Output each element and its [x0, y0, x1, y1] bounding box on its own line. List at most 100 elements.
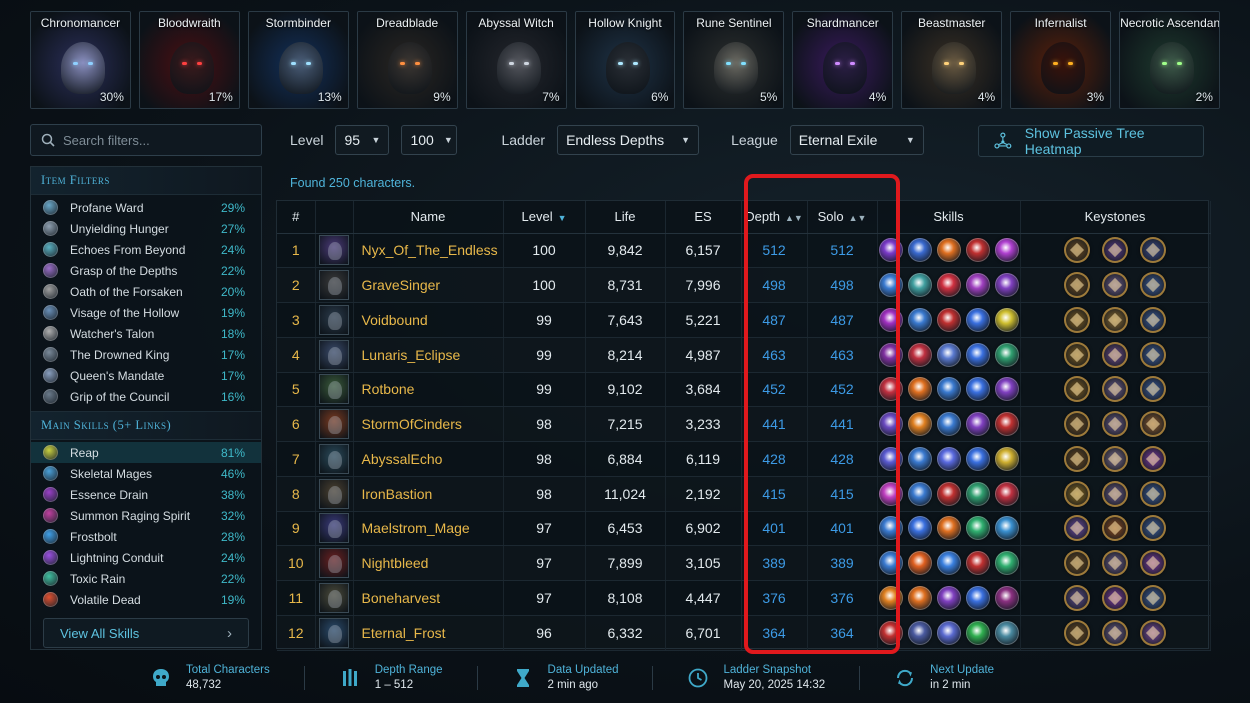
skill-gem-icon[interactable] — [936, 585, 961, 610]
skill-gem-icon[interactable] — [994, 342, 1019, 367]
skill-gem-icon[interactable] — [907, 273, 932, 298]
skill-gem-icon[interactable] — [878, 446, 903, 471]
skill-gem-icon[interactable] — [907, 342, 932, 367]
view-all-skills-button[interactable]: View All Skills › — [43, 618, 249, 648]
search-box[interactable] — [30, 124, 262, 156]
skill-gem-icon[interactable] — [878, 342, 903, 367]
skill-gem-icon[interactable] — [907, 307, 932, 332]
filter-item[interactable]: Queen's Mandate 17% — [31, 365, 261, 386]
filter-item[interactable]: Grasp of the Depths 22% — [31, 260, 261, 281]
skill-gem-icon[interactable] — [994, 516, 1019, 541]
keystone-icon[interactable] — [1064, 237, 1090, 264]
keystone-icon[interactable] — [1140, 480, 1166, 507]
skill-gem-icon[interactable] — [878, 620, 903, 645]
filter-item[interactable]: Profane Ward 29% — [31, 197, 261, 218]
skill-gem-icon[interactable] — [965, 273, 990, 298]
filter-item[interactable]: Oath of the Forsaken 20% — [31, 281, 261, 302]
keystone-icon[interactable] — [1064, 272, 1090, 299]
col-es[interactable]: ES — [665, 201, 742, 234]
keystone-icon[interactable] — [1102, 480, 1128, 507]
col-solo[interactable]: Solo ▲▼ — [807, 201, 878, 234]
filter-item[interactable]: Volatile Dead 19% — [31, 589, 261, 610]
class-card[interactable]: Bloodwraith 17% — [138, 11, 240, 109]
keystone-icon[interactable] — [1102, 515, 1128, 542]
keystone-icon[interactable] — [1102, 237, 1128, 264]
skill-gem-icon[interactable] — [878, 377, 903, 402]
skill-gem-icon[interactable] — [965, 481, 990, 506]
skill-gem-icon[interactable] — [936, 238, 961, 263]
keystone-icon[interactable] — [1102, 411, 1128, 438]
keystone-icon[interactable] — [1102, 445, 1128, 472]
character-name[interactable]: Rotbone — [353, 372, 504, 408]
skill-gem-icon[interactable] — [965, 412, 990, 437]
col-depth[interactable]: Depth ▲▼ — [741, 201, 808, 234]
skill-gem-icon[interactable] — [936, 307, 961, 332]
class-card[interactable]: Stormbinder 13% — [247, 11, 349, 109]
keystone-icon[interactable] — [1064, 445, 1090, 472]
table-row[interactable]: 1 Nyx_Of_The_Endless 100 9,842 6,157 512 512 — [277, 233, 1211, 269]
keystone-icon[interactable] — [1140, 341, 1166, 368]
keystone-icon[interactable] — [1140, 550, 1166, 577]
class-card[interactable]: Chronomancer 30% — [30, 11, 131, 109]
keystone-icon[interactable] — [1140, 445, 1166, 472]
filter-item[interactable]: Toxic Rain 22% — [31, 568, 261, 589]
league-select[interactable]: Eternal Exile ▼ — [789, 125, 924, 155]
keystone-icon[interactable] — [1064, 584, 1090, 611]
skill-gem-icon[interactable] — [878, 238, 903, 263]
skill-gem-icon[interactable] — [878, 551, 903, 576]
skill-gem-icon[interactable] — [936, 620, 961, 645]
keystone-icon[interactable] — [1064, 341, 1090, 368]
search-input[interactable] — [63, 132, 243, 148]
skill-gem-icon[interactable] — [965, 377, 990, 402]
filter-item[interactable]: The Drowned King 17% — [31, 344, 261, 365]
skill-gem-icon[interactable] — [878, 307, 903, 332]
character-name[interactable]: Eternal_Frost — [353, 615, 504, 651]
keystone-icon[interactable] — [1102, 341, 1128, 368]
keystone-icon[interactable] — [1064, 376, 1090, 403]
skill-gem-icon[interactable] — [907, 516, 932, 541]
keystone-icon[interactable] — [1064, 411, 1090, 438]
character-name[interactable]: Nyx_Of_The_Endless — [353, 233, 504, 269]
filter-item[interactable]: Echoes From Beyond 24% — [31, 239, 261, 260]
filter-item[interactable]: Watcher's Talon 18% — [31, 323, 261, 344]
keystone-icon[interactable] — [1140, 584, 1166, 611]
skill-gem-icon[interactable] — [878, 412, 903, 437]
character-name[interactable]: Boneharvest — [353, 580, 504, 616]
skill-gem-icon[interactable] — [994, 307, 1019, 332]
skill-gem-icon[interactable] — [994, 377, 1019, 402]
class-card[interactable]: Necrotic Ascendant 2% — [1119, 11, 1220, 109]
keystone-icon[interactable] — [1064, 480, 1090, 507]
keystone-icon[interactable] — [1140, 515, 1166, 542]
skill-gem-icon[interactable] — [907, 551, 932, 576]
character-name[interactable]: StormOfCinders — [353, 406, 504, 442]
filter-item[interactable]: Frostbolt 28% — [31, 526, 261, 547]
keystone-icon[interactable] — [1064, 515, 1090, 542]
skill-gem-icon[interactable] — [994, 412, 1019, 437]
skill-gem-icon[interactable] — [994, 446, 1019, 471]
keystone-icon[interactable] — [1064, 306, 1090, 333]
skill-gem-icon[interactable] — [936, 516, 961, 541]
character-name[interactable]: Maelstrom_Mage — [353, 511, 504, 547]
table-row[interactable]: 9 Maelstrom_Mage 97 6,453 6,902 401 401 — [277, 511, 1211, 547]
skill-gem-icon[interactable] — [994, 238, 1019, 263]
character-name[interactable]: IronBastion — [353, 476, 504, 512]
skill-gem-icon[interactable] — [994, 620, 1019, 645]
character-name[interactable]: Voidbound — [353, 302, 504, 338]
filter-item[interactable]: Grip of the Council 16% — [31, 386, 261, 407]
skill-gem-icon[interactable] — [907, 446, 932, 471]
class-card[interactable]: Hollow Knight 6% — [574, 11, 676, 109]
level-max-select[interactable]: 100 ▼ — [401, 125, 458, 155]
filter-item[interactable]: Visage of the Hollow 19% — [31, 302, 261, 323]
keystone-icon[interactable] — [1140, 237, 1166, 264]
table-row[interactable]: 6 StormOfCinders 98 7,215 3,233 441 441 — [277, 406, 1211, 442]
skill-gem-icon[interactable] — [965, 307, 990, 332]
class-card[interactable]: Abyssal Witch 7% — [465, 11, 567, 109]
keystone-icon[interactable] — [1140, 619, 1166, 646]
skill-gem-icon[interactable] — [965, 342, 990, 367]
keystone-icon[interactable] — [1064, 550, 1090, 577]
class-card[interactable]: Infernalist 3% — [1010, 11, 1112, 109]
skill-gem-icon[interactable] — [907, 585, 932, 610]
skill-gem-icon[interactable] — [878, 481, 903, 506]
skill-gem-icon[interactable] — [907, 377, 932, 402]
keystone-icon[interactable] — [1102, 376, 1128, 403]
